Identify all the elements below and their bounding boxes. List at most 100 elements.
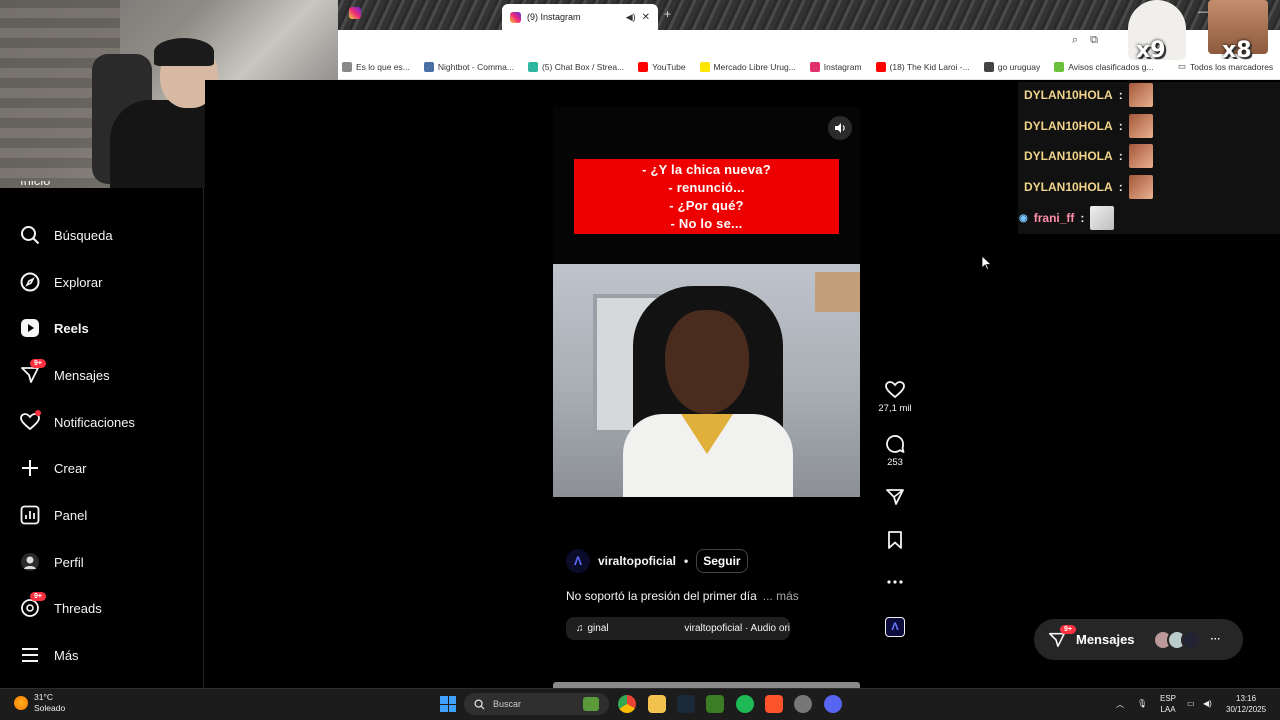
bookmark-label: YouTube [652, 61, 686, 72]
sidebar-item-more[interactable]: Más [20, 645, 79, 665]
sidebar-item-profile[interactable]: Perfil [20, 552, 84, 572]
chrome-icon[interactable] [618, 695, 636, 713]
language-indicator[interactable]: ESP LAA [1160, 693, 1176, 715]
compass-icon [20, 272, 40, 292]
more-options-icon[interactable] [885, 574, 905, 590]
taskbar-search-label: Buscar [493, 699, 522, 709]
sidebar-item-explore[interactable]: Explorar [20, 272, 102, 292]
bookmark-item[interactable]: Nightbot - Comma... [423, 61, 514, 72]
save-action[interactable] [877, 530, 913, 550]
notification-dot [35, 410, 41, 416]
language-code: ESP [1160, 694, 1177, 703]
zoom-icon[interactable]: ⌕ [1072, 34, 1078, 47]
taskbar-search[interactable]: Buscar [464, 693, 609, 715]
temperature: 31°C [34, 692, 53, 702]
music-note-icon: ♫ [576, 623, 584, 634]
audio-thumbnail[interactable]: Λ [885, 617, 905, 637]
bookmark-favicon-icon [1054, 61, 1065, 72]
caption-line: - ¿Por qué? [669, 197, 744, 213]
share-icon[interactable] [885, 487, 905, 507]
bookmark-item[interactable]: go uruguay [983, 61, 1040, 72]
like-action[interactable]: 27,1 mil [877, 380, 913, 414]
bookmark-label: Instagram [823, 61, 862, 72]
bookmark-item[interactable]: YouTube [638, 61, 686, 72]
author-username[interactable]: viraltopoficial [598, 554, 676, 568]
sidebar-item-reels[interactable]: Reels [20, 318, 89, 338]
heart-icon[interactable] [885, 380, 905, 400]
weather-condition: Soleado [34, 703, 66, 713]
sidebar-item-threads[interactable]: 9+ Threads [20, 592, 102, 618]
sidebar-item-dashboard[interactable]: Panel [20, 505, 87, 525]
volume-icon[interactable]: ◀) [1203, 698, 1212, 709]
brave-icon[interactable] [765, 695, 783, 713]
discord-icon[interactable] [824, 695, 842, 713]
bookmark-item[interactable]: Es lo que es... [342, 61, 410, 72]
plus-icon [20, 458, 40, 478]
bookmark-item[interactable]: Avisos clasificados g... [1054, 61, 1154, 72]
spotify-icon[interactable] [736, 695, 754, 713]
threads-icon: 9+ [20, 592, 46, 618]
bookmark-label: Avisos clasificados g... [1068, 61, 1154, 72]
follow-button[interactable]: Seguir [696, 549, 748, 573]
weather-widget[interactable]: 31°C Soleado [14, 692, 65, 714]
sidebar-item-home-partial[interactable]: Inicio [20, 181, 50, 188]
chat-separator: : [1118, 119, 1123, 133]
clock[interactable]: 13:16 30/12/2025 [1226, 693, 1266, 715]
tab-title: (9) Instagram [527, 12, 581, 22]
mouse-cursor-icon [982, 256, 992, 270]
floating-messages-button[interactable]: 9+ Mensajes ··· [1034, 619, 1243, 660]
tray-chevron-icon[interactable]: ︿ [1116, 699, 1124, 710]
sidebar-item-label: Crear [54, 460, 87, 476]
settings-gear-icon[interactable] [794, 695, 812, 713]
comment-icon[interactable] [885, 434, 905, 454]
network-icon[interactable]: ▭ [1187, 698, 1195, 709]
sidebar-item-label: Threads [54, 600, 102, 616]
instagram-favicon-icon [510, 11, 521, 23]
bookmark-favicon-icon [527, 61, 538, 72]
sidebar-item-create[interactable]: Crear [20, 458, 87, 478]
recent-contacts-avatars [1152, 629, 1201, 650]
comment-action[interactable]: 253 [877, 434, 913, 468]
microphone-icon[interactable]: 🎙 [1137, 698, 1147, 709]
sidebar-item-notifications[interactable]: Notificaciones [20, 410, 135, 432]
tab-instagram[interactable]: (9) Instagram ◀) ✕ [502, 4, 658, 30]
bookmark-icon[interactable] [885, 530, 905, 550]
volume-icon[interactable] [828, 116, 852, 140]
more-link[interactable]: ... más [763, 589, 799, 603]
chat-username: DYLAN10HOLA [1024, 88, 1113, 102]
bookmark-item[interactable]: Mercado Libre Urug... [699, 61, 796, 72]
minecraft-icon[interactable] [706, 695, 724, 713]
chart-icon [20, 505, 40, 525]
emote-image [1128, 144, 1153, 168]
video-scene [553, 264, 860, 497]
comment-count: 253 [887, 457, 903, 468]
bookmark-item[interactable]: (18) The Kid Laroi -... [875, 61, 970, 72]
author-avatar[interactable]: Λ [566, 549, 590, 573]
bookmark-item[interactable]: Instagram [809, 61, 862, 72]
bookmark-label: Nightbot - Comma... [437, 61, 514, 72]
chat-message: DYLAN10HOLA: [1024, 83, 1153, 107]
sidebar-item-messages[interactable]: 9+ Mensajes [20, 359, 110, 385]
video-caption-box: - ¿Y la chica nueva? - renunció... - ¿Po… [574, 159, 839, 234]
chat-separator: : [1118, 88, 1123, 102]
windows-start-icon[interactable] [440, 696, 456, 712]
share-action[interactable] [877, 487, 913, 507]
bookmark-favicon-icon [423, 61, 434, 72]
messages-icon: 9+ [20, 359, 46, 385]
bookmark-item[interactable]: (5) Chat Box / Strea... [527, 61, 624, 72]
sidebar-item-label: Reels [54, 320, 89, 336]
sidebar-item-search[interactable]: Búsqueda [20, 225, 113, 245]
file-explorer-icon[interactable] [648, 695, 666, 713]
pinned-tab-instagram-icon[interactable] [349, 7, 361, 19]
bookmark-favicon-icon [638, 61, 649, 72]
reel-audio-pill[interactable]: ♫ ginal viraltopoficial · Audio ori [566, 617, 790, 640]
audio-text-right: viraltopoficial · Audio ori [684, 623, 790, 634]
steam-icon[interactable] [677, 695, 695, 713]
tab-close-icon[interactable]: ✕ [642, 12, 650, 23]
new-tab-icon[interactable]: + [664, 7, 671, 21]
sidebar-item-label: Búsqueda [54, 227, 113, 243]
more-options-action[interactable] [877, 574, 913, 590]
install-app-icon[interactable]: ⧉ [1090, 34, 1098, 47]
tab-audio-icon[interactable]: ◀) [626, 12, 636, 23]
bookmark-favicon-icon [809, 61, 820, 72]
